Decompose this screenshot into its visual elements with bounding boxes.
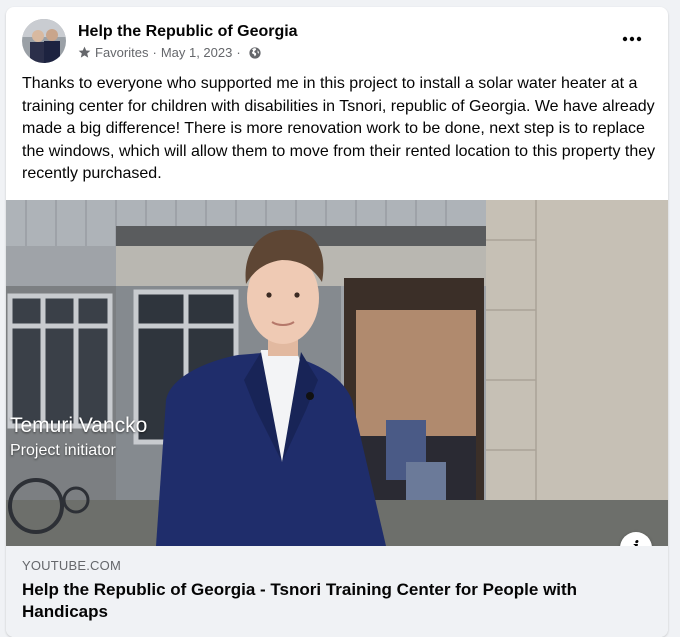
audience-label[interactable]: Favorites [95, 45, 148, 60]
meta-separator: · [152, 45, 157, 60]
globe-icon[interactable] [249, 46, 261, 59]
post-card: Help the Republic of Georgia Favorites ·… [6, 7, 668, 637]
more-options-icon [622, 36, 642, 42]
star-icon [78, 46, 91, 58]
meta-separator-2: · [236, 45, 241, 60]
video-thumbnail[interactable]: Temuri Vancko Project initiator i [6, 200, 668, 546]
video-caption-name: Temuri Vancko [10, 414, 148, 437]
link-domain: YOUTUBE.COM [22, 558, 121, 573]
video-thumbnail-image [6, 200, 668, 546]
post-date-link[interactable]: May 1, 2023 [161, 45, 233, 60]
avatar-image [22, 19, 66, 63]
more-options-button[interactable] [614, 27, 650, 51]
post-meta: Favorites · May 1, 2023 · [78, 45, 261, 60]
video-caption-role: Project initiator [10, 442, 116, 459]
link-title[interactable]: Help the Republic of Georgia - Tsnori Tr… [22, 579, 642, 623]
post-header: Help the Republic of Georgia Favorites ·… [6, 7, 668, 69]
avatar[interactable] [22, 19, 66, 63]
link-preview[interactable]: YOUTUBE.COM Help the Republic of Georgia… [6, 546, 668, 637]
page-name-link[interactable]: Help the Republic of Georgia [78, 23, 298, 41]
post-text: Thanks to everyone who supported me in t… [22, 75, 656, 182]
